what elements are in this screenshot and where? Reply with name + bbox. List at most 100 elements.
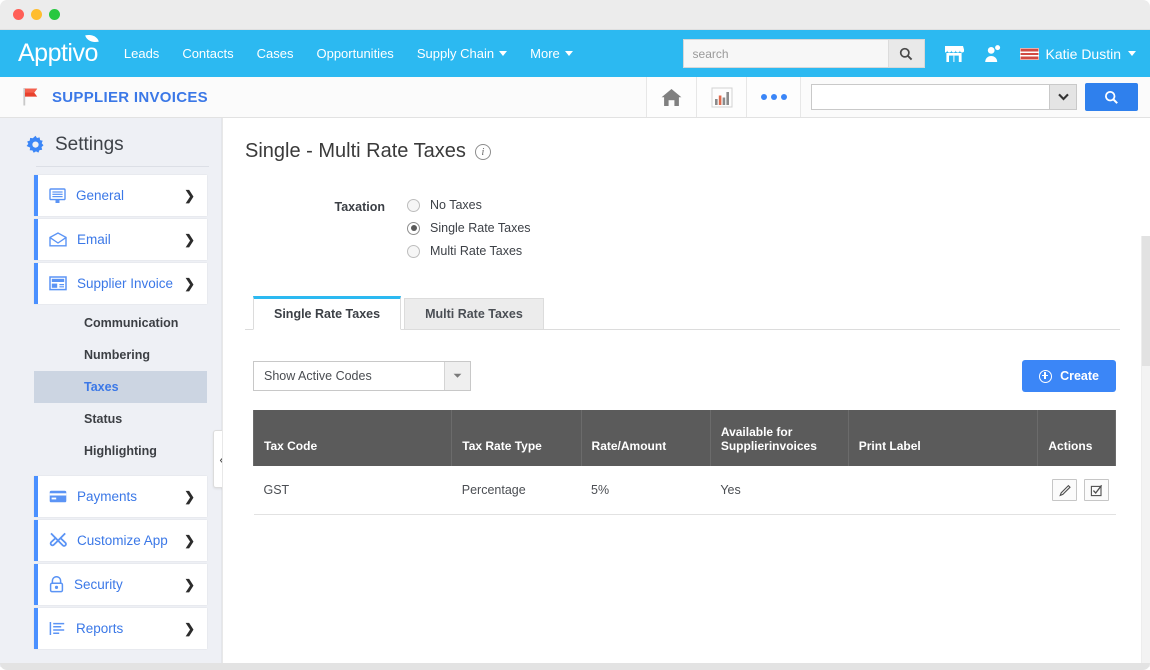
nav-label: More [530,46,560,61]
sidebar-subitem-numbering[interactable]: Numbering [34,339,207,371]
radio-option-single-rate-taxes[interactable]: Single Rate Taxes [407,221,531,235]
sidebar-item-payments[interactable]: Payments ❯ [34,476,207,517]
envelope-icon [49,232,67,247]
user-menu[interactable]: Katie Dustin [1020,46,1136,62]
body-area: Settings General ❯ Email [0,118,1150,667]
nav-item-opportunities[interactable]: Opportunities [316,46,393,61]
cell-tax-rate-type: Percentage [452,466,581,515]
table-row[interactable]: GST Percentage 5% Yes [254,466,1116,515]
gear-icon [25,135,46,156]
list-icon [49,621,66,636]
list-toolbar: Show Active Codes Create [245,360,1120,392]
nav-label: Contacts [182,46,233,61]
nav-label: Opportunities [316,46,393,61]
code-filter-select[interactable]: Show Active Codes [253,361,471,391]
app-toolbar [646,77,1150,117]
sidebar-item-general[interactable]: General ❯ [34,175,207,216]
nav-item-contacts[interactable]: Contacts [182,46,233,61]
create-button[interactable]: Create [1022,360,1116,392]
nav-item-leads[interactable]: Leads [124,46,159,61]
monitor-icon [49,188,66,204]
column-header-rate-amount[interactable]: Rate/Amount [581,410,710,466]
window-close-button[interactable] [13,9,24,20]
nav-item-more[interactable]: More [530,46,573,61]
create-button-label: Create [1060,369,1099,383]
tab-single-rate-taxes[interactable]: Single Rate Taxes [253,296,401,330]
store-icon[interactable] [944,45,964,63]
global-search-input[interactable] [684,40,888,67]
edit-pencil-icon[interactable] [1052,479,1077,501]
plus-circle-icon [1039,370,1052,383]
column-header-actions: Actions [1038,410,1116,466]
radio-label: Single Rate Taxes [430,221,531,235]
sidebar-item-email[interactable]: Email ❯ [34,219,207,260]
tab-multi-rate-taxes[interactable]: Multi Rate Taxes [404,298,544,330]
invoice-icon [49,276,67,291]
chevron-down-icon[interactable] [444,362,470,390]
apptivo-logo[interactable]: Apptivo [18,41,98,66]
table-body: GST Percentage 5% Yes [254,466,1116,515]
sidebar-item-customize-app[interactable]: Customize App ❯ [34,520,207,561]
scrollbar-thumb[interactable] [1142,236,1150,366]
sidebar-item-label: Supplier Invoice [77,276,184,291]
nav-item-cases[interactable]: Cases [257,46,294,61]
taxation-form-row: Taxation No Taxes Single Rate Taxes Mult… [313,198,1120,258]
sidebar-subitem-taxes[interactable]: Taxes [34,371,207,403]
radio-icon [407,199,420,212]
content-title: Single - Multi Rate Taxes [245,140,466,163]
top-navigation-bar: Apptivo Leads Contacts Cases Opportuniti… [0,30,1150,77]
chevron-right-icon: ❯ [184,490,195,503]
sidebar-item-security[interactable]: Security ❯ [34,564,207,605]
chevron-down-icon [565,51,573,56]
user-name: Katie Dustin [1046,46,1121,62]
radio-option-no-taxes[interactable]: No Taxes [407,198,531,212]
settings-sidebar: Settings General ❯ Email [0,118,222,667]
table-header-row: Tax Code Tax Rate Type Rate/Amount Avail… [254,410,1116,466]
credit-card-icon [49,490,67,503]
nav-label: Leads [124,46,159,61]
sidebar-subitem-communication[interactable]: Communication [34,307,207,339]
radio-option-multi-rate-taxes[interactable]: Multi Rate Taxes [407,244,531,258]
column-header-tax-code[interactable]: Tax Code [254,410,452,466]
column-header-available-for-supplierinvoices[interactable]: Available for Supplierinvoices [710,410,848,466]
chevron-down-icon [1058,93,1069,101]
column-header-tax-rate-type[interactable]: Tax Rate Type [452,410,581,466]
taxation-radio-group: No Taxes Single Rate Taxes Multi Rate Ta… [407,198,531,258]
home-icon[interactable] [646,77,696,117]
sidebar-item-label: Security [74,577,184,592]
app-window: Apptivo Leads Contacts Cases Opportuniti… [0,0,1150,670]
main-nav-links: Leads Contacts Cases Opportunities Suppl… [124,46,596,61]
info-icon[interactable]: i [475,144,491,160]
sidebar-header: Settings [0,128,221,166]
global-search [683,39,925,68]
sidebar-subitem-status[interactable]: Status [34,403,207,435]
tax-codes-table-wrapper: Tax Code Tax Rate Type Rate/Amount Avail… [245,410,1120,515]
cell-available-for-supplierinvoices: Yes [710,466,848,515]
window-minimize-button[interactable] [31,9,42,20]
search-icon [899,47,913,61]
column-header-print-label[interactable]: Print Label [848,410,1038,466]
reports-chart-icon[interactable] [696,77,746,117]
checkbox-check-icon[interactable] [1084,479,1109,501]
nav-item-supply-chain[interactable]: Supply Chain [417,46,507,61]
global-search-button[interactable] [888,40,924,67]
chevron-right-icon: ❯ [184,189,195,202]
app-search-dropdown-button[interactable] [1049,84,1077,110]
tools-icon [49,532,67,549]
red-flag-icon [20,86,42,108]
more-dots-icon[interactable] [746,77,800,117]
page-title: SUPPLIER INVOICES [52,89,208,106]
sidebar-subitem-highlighting[interactable]: Highlighting [34,435,207,467]
people-icon[interactable] [983,44,1003,63]
app-title-group: SUPPLIER INVOICES [0,77,646,117]
main-scrollbar[interactable] [1141,236,1150,667]
sidebar-item-label: Reports [76,621,184,636]
app-search-input[interactable] [811,84,1049,110]
sidebar-item-reports[interactable]: Reports ❯ [34,608,207,649]
app-search-group [800,77,1150,117]
window-maximize-button[interactable] [49,9,60,20]
sidebar-item-supplier-invoice[interactable]: Supplier Invoice ❯ [34,263,207,304]
lock-icon [49,576,64,593]
table-header: Tax Code Tax Rate Type Rate/Amount Avail… [254,410,1116,466]
app-search-button[interactable] [1085,83,1138,111]
